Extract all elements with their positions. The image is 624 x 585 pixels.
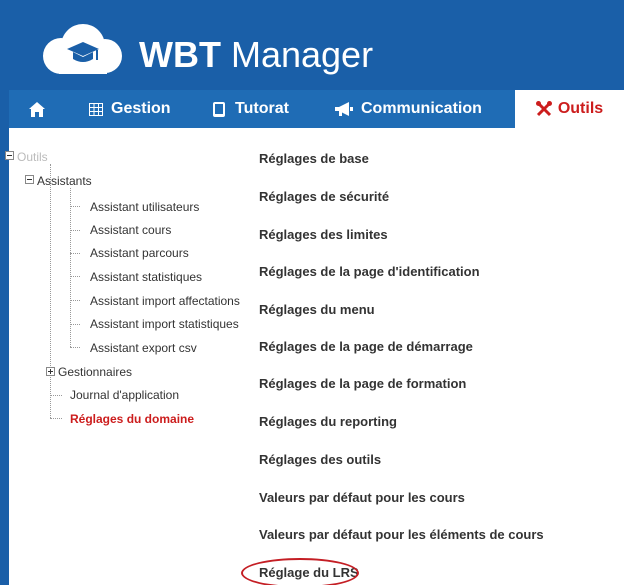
tree-leaf[interactable]: Assistant import statistiques bbox=[90, 317, 239, 331]
settings-link[interactable]: Valeurs par défaut pour les cours bbox=[259, 490, 465, 506]
settings-link[interactable]: Réglages de la page d'identification bbox=[259, 264, 480, 280]
app-header: WBT Manager bbox=[9, 0, 624, 90]
tree-node-gestionnaires[interactable]: Gestionnaires bbox=[58, 365, 132, 379]
settings-link[interactable]: Valeurs par défaut pour les éléments de … bbox=[259, 527, 544, 543]
app-brand: WBT bbox=[139, 34, 221, 75]
settings-link[interactable]: Réglages de base bbox=[259, 151, 369, 167]
settings-link[interactable]: Réglages de la page de formation bbox=[259, 376, 466, 392]
tablet-icon bbox=[213, 101, 225, 117]
tree-connector bbox=[50, 395, 62, 396]
tree-leaf[interactable]: Assistant export csv bbox=[90, 341, 197, 355]
tree-connector bbox=[70, 324, 80, 325]
tree-connector bbox=[70, 276, 80, 277]
tree-leaf-reglages-domaine[interactable]: Réglages du domaine bbox=[70, 412, 194, 426]
nav-tab-communication[interactable]: Communication bbox=[335, 90, 482, 128]
tools-icon bbox=[535, 101, 552, 117]
tree-collapse-toggle[interactable] bbox=[5, 151, 14, 160]
megaphone-icon bbox=[335, 102, 353, 116]
highlight-circle bbox=[241, 558, 359, 585]
tree-connector bbox=[70, 300, 80, 301]
nav-tab-gestion[interactable]: Gestion bbox=[89, 90, 171, 128]
settings-link[interactable]: Réglages de sécurité bbox=[259, 189, 389, 205]
tree-leaf-journal[interactable]: Journal d'application bbox=[70, 388, 179, 402]
cloud-graduation-cap-logo bbox=[43, 24, 122, 74]
tree-connector bbox=[70, 206, 80, 207]
tree-connector bbox=[70, 347, 80, 348]
nav-label-tutorat: Tutorat bbox=[235, 100, 289, 117]
tree-connector bbox=[50, 164, 51, 418]
nav-home[interactable] bbox=[29, 90, 53, 128]
tree-connector bbox=[70, 253, 80, 254]
tree-leaf[interactable]: Assistant utilisateurs bbox=[90, 200, 199, 214]
nav-tab-tutorat[interactable]: Tutorat bbox=[213, 90, 289, 128]
nav-label-gestion: Gestion bbox=[111, 100, 171, 117]
tree-leaf[interactable]: Assistant import affectations bbox=[90, 294, 240, 308]
home-icon bbox=[29, 101, 45, 117]
left-edge-bar bbox=[0, 0, 9, 585]
settings-link[interactable]: Réglages des outils bbox=[259, 452, 381, 468]
settings-link[interactable]: Réglages du menu bbox=[259, 302, 375, 318]
app-title: WBT Manager bbox=[139, 35, 373, 75]
table-icon bbox=[89, 102, 103, 116]
settings-link[interactable]: Réglages du reporting bbox=[259, 414, 397, 430]
nav-label-outils: Outils bbox=[557, 100, 604, 117]
tree-connector bbox=[50, 418, 62, 419]
tree-connector bbox=[70, 230, 80, 231]
settings-link[interactable]: Réglages de la page de démarrage bbox=[259, 339, 473, 355]
tree-node-assistants[interactable]: Assistants bbox=[37, 174, 92, 188]
tree-root-outils[interactable]: Outils bbox=[17, 150, 48, 164]
tree-leaf[interactable]: Assistant statistiques bbox=[90, 270, 202, 284]
app-name: Manager bbox=[220, 34, 374, 75]
tree-leaf[interactable]: Assistant cours bbox=[90, 223, 171, 237]
settings-link[interactable]: Réglages des limites bbox=[259, 227, 388, 243]
tree-collapse-toggle[interactable] bbox=[25, 175, 34, 184]
nav-tab-outils[interactable]: Outils bbox=[515, 90, 624, 128]
nav-label-communication: Communication bbox=[361, 100, 482, 117]
tree-expand-toggle[interactable] bbox=[46, 367, 55, 376]
main-navigation: Gestion Tutorat Communication Outils bbox=[9, 90, 624, 128]
tree-leaf[interactable]: Assistant parcours bbox=[90, 246, 189, 260]
